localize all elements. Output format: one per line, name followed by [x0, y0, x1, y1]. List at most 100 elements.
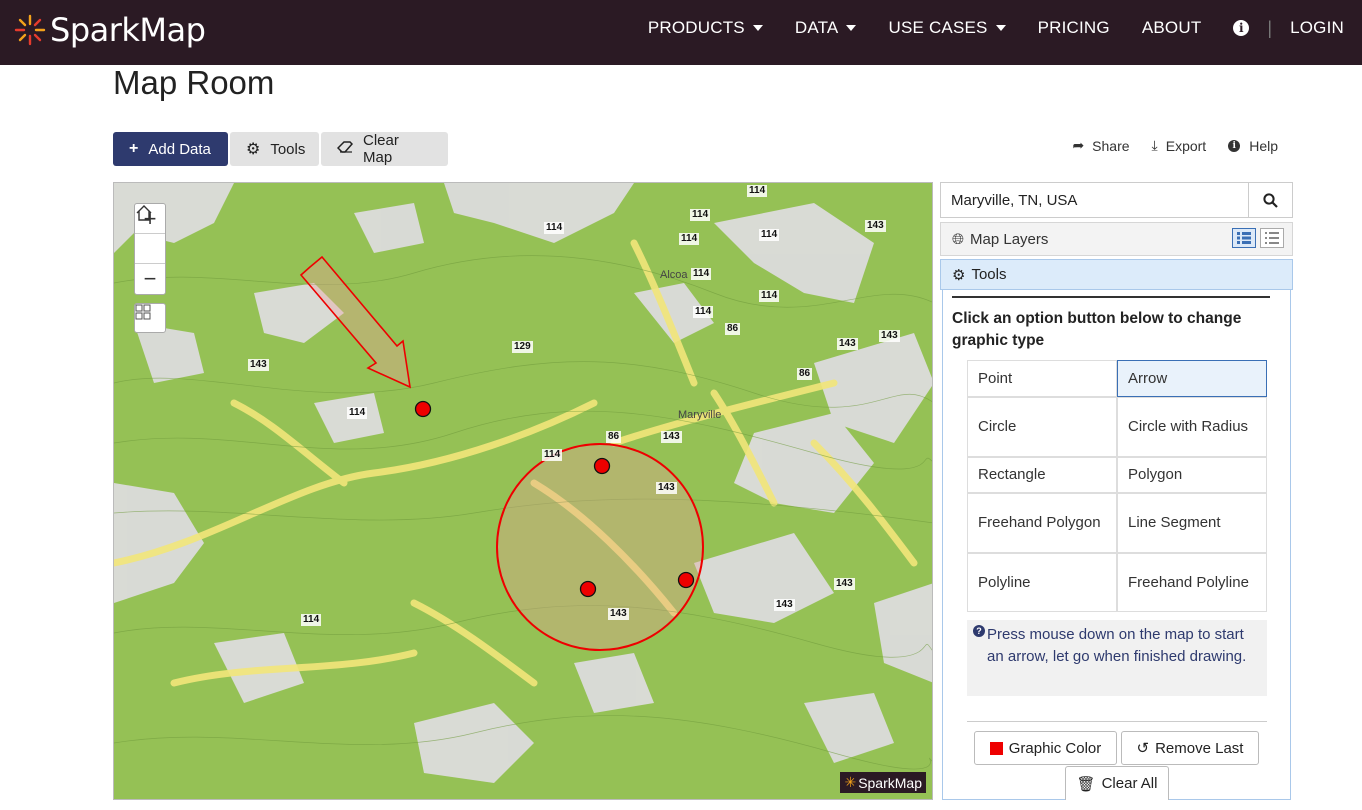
- nav-products[interactable]: PRODUCTS: [648, 18, 763, 38]
- graphic-type-options: Point Arrow Circle Circle with Radius Re…: [967, 360, 1267, 612]
- nav-pricing[interactable]: PRICING: [1038, 18, 1110, 38]
- road-label: 143: [661, 431, 682, 443]
- option-arrow[interactable]: Arrow: [1117, 360, 1267, 397]
- add-data-label: Add Data: [148, 140, 211, 158]
- help-hint: ? Press mouse down on the map to start a…: [967, 620, 1267, 696]
- plus-icon: +: [129, 140, 139, 157]
- help-hint-text: Press mouse down on the map to start an …: [987, 626, 1247, 665]
- grid-icon: [135, 304, 151, 320]
- option-circle-with-radius[interactable]: Circle with Radius: [1117, 397, 1267, 457]
- globe-icon: 🌐︎: [952, 230, 965, 248]
- option-circle[interactable]: Circle: [967, 397, 1117, 457]
- clear-all-button[interactable]: 🗑︎ Clear All: [1065, 766, 1169, 800]
- road-label: 86: [797, 368, 813, 380]
- road-label: 114: [747, 185, 768, 197]
- nav-data-label: DATA: [794, 18, 839, 37]
- clear-all-label: Clear All: [1101, 775, 1158, 792]
- map-watermark: ✳ SparkMap: [840, 772, 926, 793]
- export-label: Export: [1165, 137, 1207, 154]
- nav-separator: |: [1267, 17, 1273, 38]
- map-actions: ➦ Share ⤓ Export i Help: [1050, 137, 1278, 154]
- option-polygon[interactable]: Polygon: [1117, 457, 1267, 493]
- map-canvas[interactable]: 114 114 114 114 114 114 114 114 114 114 …: [113, 182, 933, 800]
- road-label: 114: [759, 229, 780, 241]
- top-navbar: SparkMap PRODUCTS DATA USE CASES PRICING…: [0, 0, 1362, 65]
- road-label: 143: [837, 338, 858, 350]
- road-label: 114: [301, 614, 322, 626]
- caret-down-icon: [846, 25, 857, 31]
- help-label: Help: [1249, 137, 1278, 154]
- remove-last-label: Remove Last: [1155, 739, 1244, 757]
- trash-icon: 🗑︎: [1076, 775, 1096, 793]
- place-label: Maryville: [678, 409, 722, 421]
- map-watermark-text: SparkMap: [858, 774, 922, 791]
- zoom-out-button[interactable]: −: [135, 264, 165, 294]
- road-label: 114: [690, 209, 711, 221]
- option-freehand-polyline[interactable]: Freehand Polyline: [1117, 553, 1267, 612]
- divider: [952, 296, 1270, 298]
- road-label: 143: [834, 578, 855, 590]
- home-icon: [136, 205, 152, 221]
- road-label: 143: [774, 599, 795, 611]
- nav-about-label: ABOUT: [1141, 18, 1202, 37]
- nav-use-cases[interactable]: USE CASES: [888, 18, 1006, 38]
- nav-use-cases-label: USE CASES: [888, 18, 988, 37]
- help-link[interactable]: i Help: [1228, 137, 1278, 154]
- brand-logo[interactable]: SparkMap: [14, 10, 206, 50]
- share-icon: ➦: [1072, 137, 1085, 153]
- map-layers-title: Map Layers: [970, 230, 1049, 248]
- road-label: 143: [248, 359, 269, 371]
- search-input[interactable]: [941, 183, 1248, 217]
- option-polyline[interactable]: Polyline: [967, 553, 1117, 612]
- nav-data[interactable]: DATA: [795, 18, 857, 38]
- tools-panel: Click an option button below to change g…: [942, 290, 1291, 800]
- road-label: 143: [879, 330, 900, 342]
- road-label: 143: [865, 220, 886, 232]
- remove-last-button[interactable]: ↺ Remove Last: [1121, 731, 1259, 765]
- tools-instruction: Click an option button below to change g…: [952, 310, 1242, 349]
- eraser-icon: [336, 140, 354, 158]
- option-line-segment[interactable]: Line Segment: [1117, 493, 1267, 553]
- nav-login[interactable]: LOGIN: [1290, 18, 1344, 38]
- graphic-color-label: Graphic Color: [1008, 739, 1102, 757]
- tools-panel-header[interactable]: ⚙ Tools: [940, 259, 1293, 290]
- share-link[interactable]: ➦ Share: [1072, 137, 1129, 154]
- basemap-toggle-button[interactable]: [134, 303, 166, 333]
- tools-label: Tools: [270, 140, 306, 158]
- search-button[interactable]: [1248, 183, 1292, 217]
- road-label: 114: [691, 268, 712, 280]
- nav-info[interactable]: i: [1233, 20, 1250, 36]
- road-label: 86: [725, 323, 741, 335]
- home-button[interactable]: [135, 205, 165, 264]
- gear-icon: ⚙: [952, 266, 966, 284]
- spark-icon: [14, 14, 46, 46]
- option-point[interactable]: Point: [967, 360, 1117, 397]
- nav-about[interactable]: ABOUT: [1142, 18, 1202, 38]
- list-icon: [1265, 232, 1279, 244]
- tools-panel-title: Tools: [971, 266, 1007, 283]
- tools-button[interactable]: ⚙ Tools: [230, 132, 319, 166]
- divider: [967, 721, 1267, 722]
- search-icon: [1263, 192, 1278, 208]
- info-circle-icon: i: [1233, 20, 1250, 36]
- export-link[interactable]: ⤓ Export: [1152, 137, 1207, 154]
- graphic-color-button[interactable]: Graphic Color: [974, 731, 1117, 765]
- list-view-button[interactable]: [1260, 228, 1284, 248]
- info-circle-icon: i: [1228, 139, 1241, 152]
- road-label: 143: [608, 608, 629, 620]
- option-rectangle[interactable]: Rectangle: [967, 457, 1117, 493]
- gear-icon: ⚙: [246, 141, 261, 158]
- add-data-button[interactable]: + Add Data: [113, 132, 228, 166]
- option-freehand-polygon[interactable]: Freehand Polygon: [967, 493, 1117, 553]
- clear-map-button[interactable]: Clear Map: [321, 132, 448, 166]
- undo-icon: ↺: [1136, 740, 1150, 757]
- page-title: Map Room: [113, 64, 275, 101]
- map-layers-header[interactable]: 🌐︎ Map Layers: [940, 222, 1293, 256]
- share-label: Share: [1092, 137, 1130, 154]
- list-detail-icon: [1237, 232, 1251, 244]
- caret-down-icon: [995, 25, 1006, 31]
- download-icon: ⤓: [1151, 137, 1158, 153]
- detail-view-button[interactable]: [1232, 228, 1256, 248]
- map-terrain: [114, 183, 932, 799]
- road-label: 114: [693, 306, 714, 318]
